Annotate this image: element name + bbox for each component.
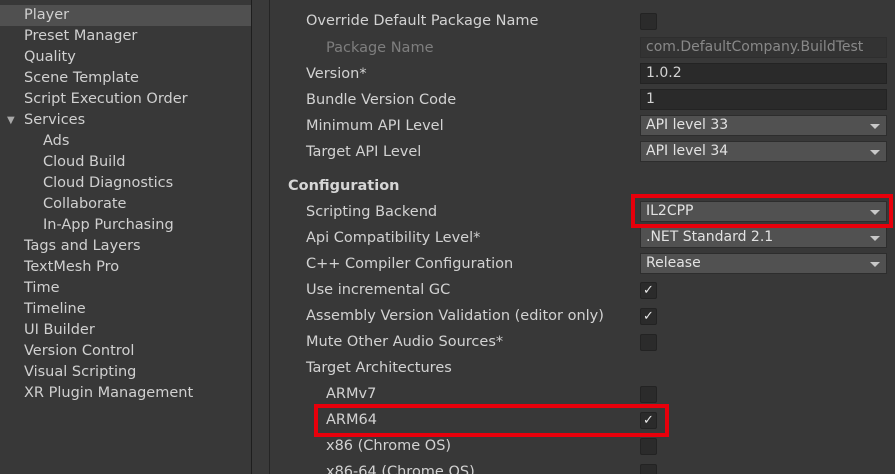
min-api-level-dropdown[interactable]: API level 33 [640,115,887,136]
bundle-version-code-label: Bundle Version Code [306,92,457,108]
x86-64-row: x86-64 (Chrome OS) [270,459,895,474]
assembly-validation-row: Assembly Version Validation (editor only… [270,303,895,329]
x86-64-checkbox[interactable] [640,464,657,474]
override-package-name-row: Override Default Package Name [270,8,895,34]
sidebar-item-ads[interactable]: Ads [0,131,251,152]
highlight-box-arm64 [314,404,669,437]
target-api-level-dropdown[interactable]: API level 34 [640,141,887,162]
cpp-config-dropdown[interactable]: Release [640,253,887,274]
sidebar-item-cloud-build[interactable]: Cloud Build [0,152,251,173]
sidebar-item-label: XR Plugin Management [24,385,194,401]
sidebar-item-label: Version Control [24,343,135,359]
sidebar-item-visual-scripting[interactable]: Visual Scripting [0,362,251,383]
dropdown-value: API level 34 [646,143,729,159]
sidebar-item-time[interactable]: Time [0,278,251,299]
sidebar-item-scene-template[interactable]: Scene Template [0,68,251,89]
dropdown-caret-icon [870,262,880,267]
expand-arrow-icon[interactable]: ▼ [7,110,15,131]
package-name-field: com.DefaultCompany.BuildTest [640,37,887,58]
sidebar-item-label: Cloud Diagnostics [43,175,174,191]
sidebar-item-script-execution-order[interactable]: Script Execution Order [0,89,251,110]
incremental-gc-checkbox[interactable]: ✓ [640,282,657,299]
mute-audio-row: Mute Other Audio Sources* [270,329,895,355]
sidebar-item-collaborate[interactable]: Collaborate [0,194,251,215]
sidebar-item-label: Time [24,280,60,296]
sidebar-item-label: Preset Manager [24,28,138,44]
sidebar-item-services[interactable]: ▼ Services [0,110,251,131]
sidebar-item-label: UI Builder [24,322,95,338]
sidebar-item-label: Services [24,112,86,128]
sidebar-item-label: Quality [24,49,76,65]
mute-audio-checkbox[interactable] [640,334,657,351]
target-api-level-label: Target API Level [306,144,422,160]
min-api-level-label: Minimum API Level [306,118,444,134]
checkmark-icon: ✓ [643,283,654,298]
sidebar-item-label: Cloud Build [43,154,126,170]
sidebar-item-label: Visual Scripting [24,364,137,380]
bundle-version-code-field[interactable]: 1 [640,89,887,110]
assembly-validation-checkbox[interactable]: ✓ [640,308,657,325]
incremental-gc-row: Use incremental GC ✓ [270,277,895,303]
sidebar-item-label: Ads [43,133,70,149]
configuration-section-title: Configuration [288,178,400,194]
sidebar-item-label: Collaborate [43,196,127,212]
sidebar-item-in-app-purchasing[interactable]: In-App Purchasing [0,215,251,236]
checkmark-icon: ✓ [643,309,654,324]
target-api-level-row: Target API Level API level 34 [270,139,895,165]
min-api-level-row: Minimum API Level API level 33 [270,113,895,139]
sidebar-item-label: Script Execution Order [24,91,188,107]
sidebar-item-cloud-diagnostics[interactable]: Cloud Diagnostics [0,173,251,194]
sidebar-item-label: Player [24,7,70,23]
armv7-checkbox[interactable] [640,386,657,403]
dropdown-caret-icon [870,150,880,155]
sidebar-item-label: Timeline [24,301,86,317]
version-field[interactable]: 1.0.2 [640,63,887,84]
sidebar-item-version-control[interactable]: Version Control [0,341,251,362]
override-package-name-label: Override Default Package Name [306,13,539,29]
bundle-version-code-row: Bundle Version Code 1 [270,87,895,113]
sidebar-item-label: Scene Template [24,70,139,86]
sidebar-item-quality[interactable]: Quality [0,47,251,68]
incremental-gc-label: Use incremental GC [306,282,451,298]
dropdown-value: .NET Standard 2.1 [646,229,774,245]
sidebar-item-label: Tags and Layers [24,238,141,254]
api-compat-row: Api Compatibility Level* .NET Standard 2… [270,225,895,251]
dropdown-value: Release [646,255,701,271]
sidebar-item-preset-manager[interactable]: Preset Manager [0,26,251,47]
cpp-config-label: C++ Compiler Configuration [306,256,514,272]
x86-64-label: x86-64 (Chrome OS) [326,464,475,474]
sidebar-item-xr-plugin-management[interactable]: XR Plugin Management [0,383,251,404]
package-name-label: Package Name [326,40,434,56]
sidebar-item-ui-builder[interactable]: UI Builder [0,320,251,341]
project-settings-sidebar: Player Preset Manager Quality Scene Temp… [0,0,251,474]
dropdown-value: API level 33 [646,117,729,133]
cpp-config-row: C++ Compiler Configuration Release [270,251,895,277]
target-arch-label: Target Architectures [306,360,452,376]
dropdown-caret-icon [870,124,880,129]
sidebar-item-label: In-App Purchasing [43,217,174,233]
version-label: Version* [306,66,367,82]
override-package-name-checkbox[interactable] [640,13,657,30]
highlight-box-scripting-backend [631,194,893,228]
sidebar-item-label: TextMesh Pro [24,259,120,275]
x86-checkbox[interactable] [640,438,657,455]
sidebar-item-player[interactable]: Player [0,5,251,26]
target-arch-row: Target Architectures [270,355,895,381]
api-compat-dropdown[interactable]: .NET Standard 2.1 [640,227,887,248]
sidebar-item-tags-and-layers[interactable]: Tags and Layers [0,236,251,257]
panel-splitter[interactable] [252,0,269,474]
player-settings-panel: Override Default Package Name Package Na… [270,0,895,474]
package-name-row: Package Name com.DefaultCompany.BuildTes… [270,35,895,61]
mute-audio-label: Mute Other Audio Sources* [306,334,504,350]
sidebar-item-timeline[interactable]: Timeline [0,299,251,320]
scripting-backend-label: Scripting Backend [306,204,438,220]
version-row: Version* 1.0.2 [270,61,895,87]
api-compat-label: Api Compatibility Level* [306,230,481,246]
dropdown-caret-icon [870,236,880,241]
assembly-validation-label: Assembly Version Validation (editor only… [306,308,604,324]
sidebar-item-textmesh-pro[interactable]: TextMesh Pro [0,257,251,278]
